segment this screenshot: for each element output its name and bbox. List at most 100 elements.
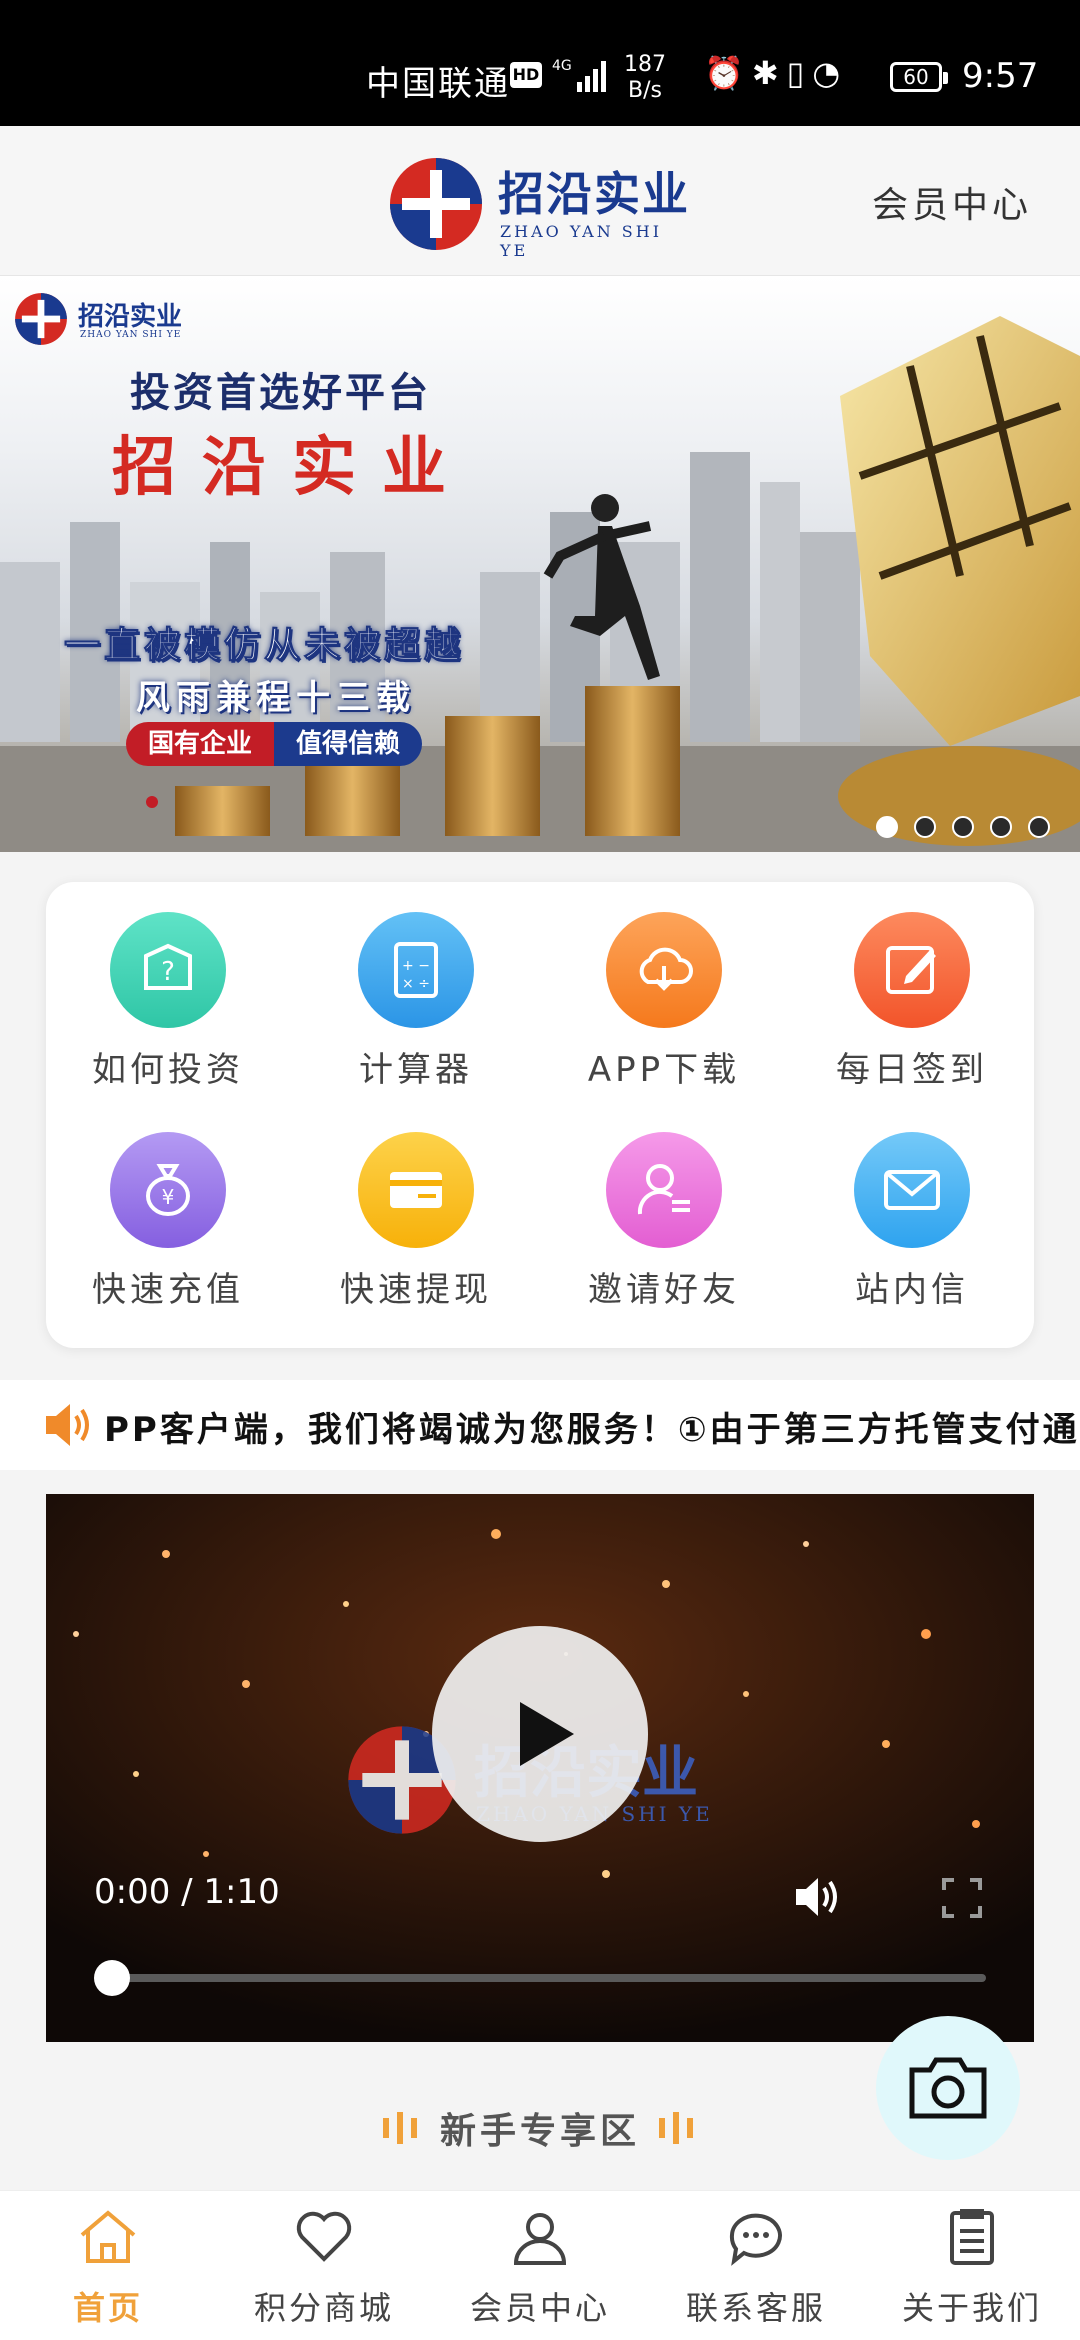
quick-item-label: 站内信 [855,1270,969,1310]
speed-unit: B/s [628,78,662,103]
newbie-section-header: 新手专享区 [0,2102,1080,2162]
video-time: 0:00 / 1:10 [94,1872,280,1912]
banner-headline: 投资首选好平台 [130,370,431,416]
carousel-dot[interactable] [876,816,898,838]
carousel-dot[interactable] [952,816,974,838]
banner-brand: 招沿实业 [112,430,472,505]
banner-logo-subtext: ZHAO YAN SHI YE [80,330,182,340]
svg-text:× ÷: × ÷ [402,976,430,992]
heart-icon [296,2211,352,2262]
quick-item-invite-friends[interactable]: 邀请好友 [564,1102,764,1310]
status-bar: 中国联通 HD 4G 187 B/s ⏰✱▯◔ 60 9:57 [0,0,1080,126]
notice-marquee[interactable]: PP客户端，我们将竭诚为您服务！①由于第三方托管支付通 [0,1380,1080,1470]
tab-label: 关于我们 [901,2289,1042,2327]
banner-slogan-1: 一直被模仿从未被超越 [63,625,465,667]
section-title: 新手专享区 [439,2111,640,2152]
carousel-dot[interactable] [1028,816,1050,838]
fullscreen-icon[interactable] [942,1878,982,1918]
banner-logo-mark-icon [15,293,67,345]
tab-label: 积分商城 [253,2289,394,2327]
svg-text:?: ? [161,957,175,987]
signal-icon [577,61,606,92]
carrier-name: 中国联通 [366,64,510,104]
quick-item-label: 每日签到 [836,1050,988,1090]
tab-label: 首页 [72,2289,143,2327]
volume-icon[interactable] [794,1874,846,1920]
quick-item-daily-checkin[interactable]: 每日签到 [812,882,1012,1090]
tab-home[interactable]: 首页 [0,2191,216,2340]
notice-text: PP客户端，我们将竭诚为您服务！①由于第三方托管支付通 [104,1410,1080,1450]
quick-item-label: APP下载 [587,1050,741,1090]
tab-points-mall[interactable]: 积分商城 [216,2191,432,2340]
hd-badge: HD [510,62,542,88]
quick-item-quick-withdraw[interactable]: 快速提现 [316,1102,516,1310]
quick-item-label: 邀请好友 [588,1270,740,1310]
quick-item-quick-recharge[interactable]: ¥ 快速充值 [68,1102,268,1310]
clock: 9:57 [962,56,1039,96]
quick-item-label: 快速充值 [92,1270,244,1310]
card-icon [358,1132,474,1248]
section-deco-left-icon [382,2112,417,2144]
tab-about-us[interactable]: 关于我们 [864,2191,1080,2340]
quick-item-label: 快速提现 [340,1270,492,1310]
speedometer-icon: ◔ [812,54,849,92]
quick-menu: ? 如何投资 + − × ÷ 计算器 APP下载 每日签到 ¥ 快速充值 快速提… [46,882,1034,1348]
home-icon [80,2210,136,2263]
cloud-download-icon [606,912,722,1028]
status-icons: ⏰✱▯◔ [704,54,848,92]
vibrate-icon: ▯ [786,54,813,92]
brand-logo[interactable]: 招沿实业 ZHAO YAN SHI YE [388,156,698,260]
logo-text: 招沿实业 [498,167,690,221]
app-header: 招沿实业 ZHAO YAN SHI YE 会员中心 [0,126,1080,276]
banner-slogan-2: 风雨兼程十三载 [136,678,416,718]
network-type: 4G [552,58,572,74]
alarm-icon: ⏰ [704,54,752,92]
quick-item-calculator[interactable]: + − × ÷ 计算器 [316,882,516,1090]
promo-banner[interactable]: 招沿实业 ZHAO YAN SHI YE 投资首选好平台 招沿实业 一直被模仿从… [0,276,1080,852]
quick-item-how-to-invest[interactable]: ? 如何投资 [68,882,268,1090]
app-screen: 中国联通 HD 4G 187 B/s ⏰✱▯◔ 60 9:57 招沿实业 ZHA… [0,0,1080,2340]
video-player[interactable]: 招沿实业 ZHAO YAN SHI YE 0:00 / 1:10 [46,1494,1034,2042]
section-deco-right-icon [659,2112,694,2144]
user-invite-icon [606,1132,722,1248]
play-icon [520,1702,574,1766]
svg-text:¥: ¥ [162,1185,175,1209]
banner-logo-text: 招沿实业 [78,302,183,332]
bottom-tab-bar: 首页 积分商城 会员中心 联系客服 关于我们 [0,2190,1080,2340]
network-speed: 187 B/s [624,52,666,104]
svg-text:+ −: + − [402,958,430,974]
bluetooth-icon: ✱ [751,54,787,92]
carousel-indicator [876,816,1050,838]
quick-item-app-download[interactable]: APP下载 [564,882,764,1090]
video-progress-track[interactable] [110,1974,986,1982]
speed-value: 187 [624,52,666,77]
user-icon [513,2213,567,2265]
member-center-link[interactable]: 会员中心 [872,176,1032,228]
badge-trustworthy: 值得信赖 [274,722,423,766]
document-icon [950,2209,994,2265]
play-button[interactable] [432,1626,648,1842]
speaker-icon [46,1404,89,1446]
mail-icon [854,1132,970,1248]
question-box-icon: ? [110,912,226,1028]
calculator-icon: + − × ÷ [358,912,474,1028]
carousel-dot[interactable] [914,816,936,838]
badge-state-owned: 国有企业 [126,722,275,766]
money-bag-icon: ¥ [110,1132,226,1248]
tab-label: 联系客服 [685,2289,826,2327]
logo-mark-icon [390,158,482,250]
tab-member-center[interactable]: 会员中心 [432,2191,648,2340]
edit-icon [854,912,970,1028]
quick-item-label: 计算器 [359,1050,473,1090]
tab-label: 会员中心 [469,2289,610,2327]
banner-badges: 国有企业 值得信赖 [126,722,423,766]
tab-customer-service[interactable]: 联系客服 [648,2191,864,2340]
carousel-dot[interactable] [990,816,1012,838]
battery-icon: 60 [890,62,948,92]
video-progress-handle[interactable] [94,1960,130,1996]
quick-item-site-messages[interactable]: 站内信 [812,1102,1012,1310]
chat-icon [729,2213,782,2266]
logo-subtext: ZHAO YAN SHI YE [500,222,663,260]
quick-item-label: 如何投资 [92,1050,244,1090]
banner-logo: 招沿实业 ZHAO YAN SHI YE [14,292,214,348]
